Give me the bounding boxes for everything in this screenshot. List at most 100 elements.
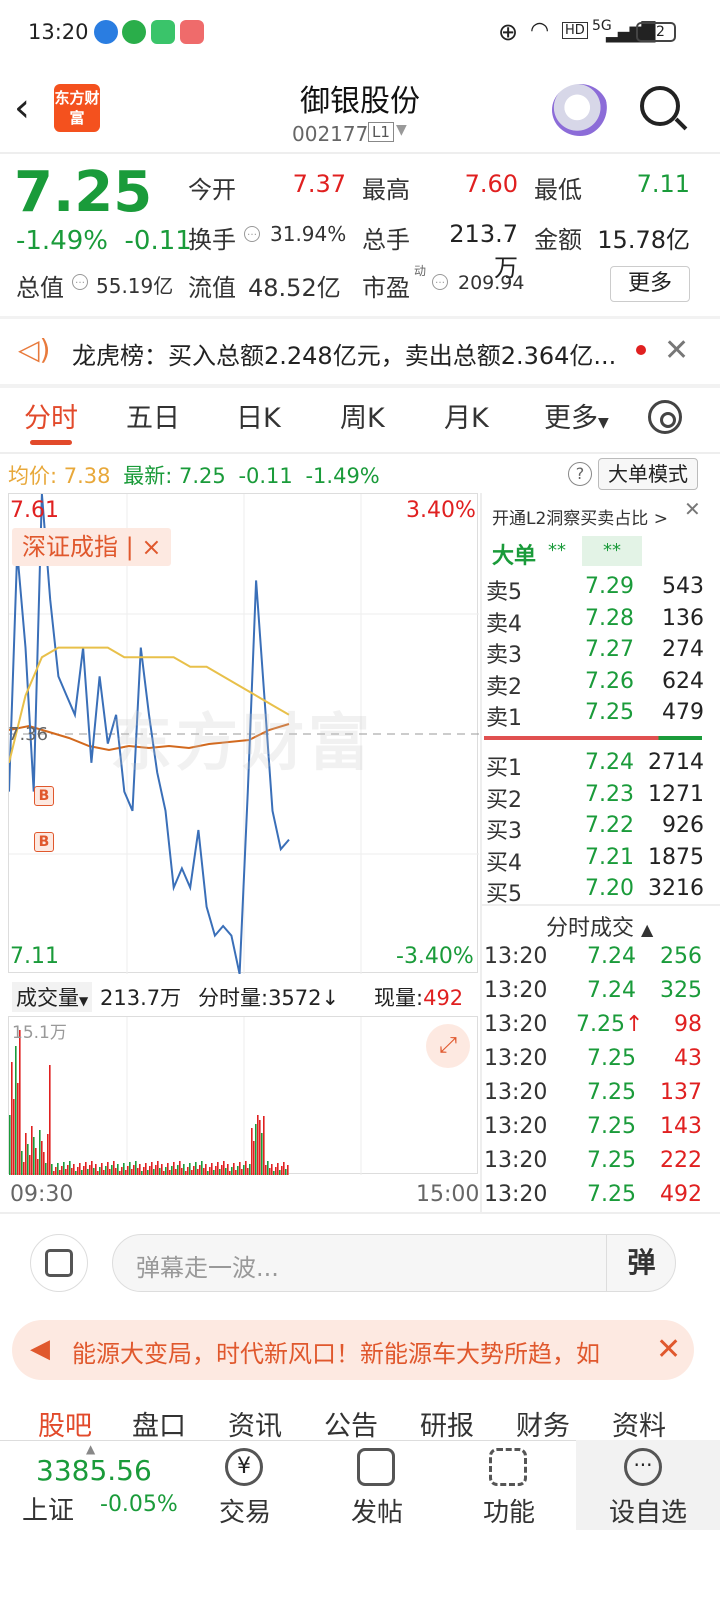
trade-button[interactable]: ¥ 交易	[180, 1440, 310, 1530]
cell-v: 2714	[648, 750, 704, 775]
buy-marker[interactable]: B	[34, 832, 54, 852]
tab-daily-k[interactable]: 日K	[236, 396, 281, 435]
tab-finance[interactable]: 财务	[516, 1404, 570, 1443]
big-order-mode-button[interactable]: 大单模式	[598, 458, 698, 490]
volume-bar	[21, 1151, 23, 1175]
add-circle-icon: ⊕	[498, 18, 519, 46]
tab-research[interactable]: 研报	[420, 1404, 474, 1443]
mktcap-label: 总值	[16, 274, 64, 302]
volume-selector[interactable]: 成交量▼	[12, 982, 93, 1012]
function-label: 功能	[482, 1498, 535, 1528]
yuan-icon: ¥	[225, 1448, 263, 1486]
order-level-row: 卖2 7.26 624	[482, 669, 704, 701]
danmaku-settings-icon[interactable]	[30, 1234, 88, 1292]
amount-value: 15.78亿	[597, 226, 690, 254]
tab-guba[interactable]: 股吧	[38, 1404, 92, 1443]
cell-t: 13:20	[484, 1080, 548, 1105]
l2-upgrade-link[interactable]: 开通L2洞察买卖占比 >	[492, 504, 668, 529]
cell-t: 13:20	[484, 944, 548, 969]
cell-p: 7.25	[587, 1046, 636, 1071]
edit-icon	[357, 1448, 395, 1486]
add-watchlist-button[interactable]: ··· 设自选	[576, 1440, 720, 1530]
help-icon[interactable]: ?	[568, 462, 592, 486]
volume-bar	[141, 1171, 143, 1175]
tab-profile[interactable]: 资料	[612, 1404, 666, 1443]
index-overlay-chip[interactable]: 深证成指 | ×	[12, 528, 172, 566]
info-icon[interactable]: …	[72, 274, 88, 290]
cell-n: 卖1	[486, 706, 522, 731]
volume-bar	[281, 1166, 283, 1175]
tab-more[interactable]: 更多▼	[544, 396, 609, 435]
turnover-value: 31.94%	[270, 222, 347, 246]
cell-v: 143	[660, 1114, 702, 1139]
volume-bar	[269, 1168, 271, 1175]
buy-sell-ratio-bar	[484, 736, 702, 740]
search-icon[interactable]	[640, 86, 680, 126]
tab-intraday[interactable]: 分时	[24, 396, 78, 435]
info-icon[interactable]: …	[432, 274, 448, 290]
volume-bar	[277, 1163, 279, 1175]
volume-bar	[197, 1169, 199, 1175]
volume-bar	[63, 1162, 65, 1175]
volume-bar	[211, 1163, 213, 1175]
danmaku-toggle-button[interactable]: 弹	[606, 1234, 676, 1292]
cell-n: 卖5	[486, 580, 522, 605]
tab-announcements[interactable]: 公告	[324, 1404, 378, 1443]
volume-chart[interactable]	[8, 1016, 478, 1175]
close-icon[interactable]: ✕	[684, 494, 701, 524]
index-ticker[interactable]: ▲ 3385.56 上证 -0.05%	[0, 1440, 200, 1530]
volume-bar	[215, 1166, 217, 1175]
tab-handicap[interactable]: 盘口	[132, 1404, 186, 1443]
level-badge[interactable]: L1	[368, 122, 394, 142]
divider	[0, 152, 720, 154]
more-dots-icon: ···	[624, 1448, 662, 1486]
sort-up-icon: ▲	[641, 920, 654, 939]
volume-bar	[85, 1162, 87, 1175]
volume-bar	[39, 1130, 41, 1175]
volume-bar	[171, 1166, 173, 1175]
volume-bar	[69, 1161, 71, 1175]
cell-p: 7.25	[587, 1114, 636, 1139]
cell-p: 7.27	[585, 637, 634, 662]
volume-bar	[51, 1164, 53, 1175]
volume-bar	[43, 1152, 45, 1175]
promo-text[interactable]: 能源大变局，时代新风口！新能源车大势所趋，如	[72, 1334, 642, 1369]
volume-bar	[161, 1164, 163, 1175]
volume-bar	[9, 1115, 11, 1175]
tab-five-day[interactable]: 五日	[126, 396, 180, 435]
trade-list-title[interactable]: 分时成交 ▲	[546, 910, 653, 942]
cell-p: 7.21	[585, 844, 634, 870]
volume-bar	[149, 1166, 151, 1175]
buy-marker[interactable]: B	[34, 786, 54, 806]
change-amount: -0.11	[124, 226, 192, 256]
more-button[interactable]: 更多	[610, 266, 690, 302]
news-strip[interactable]: ◁) 龙虎榜：买入总额2.248亿元，卖出总额2.364亿...	[0, 318, 720, 384]
volume-bar	[83, 1166, 85, 1175]
settings-gear-icon[interactable]	[648, 400, 682, 434]
chart-tabs: 分时 五日 日K 周K 月K 更多▼	[0, 396, 720, 452]
tab-news[interactable]: 资讯	[228, 1404, 282, 1443]
info-icon[interactable]: …	[244, 226, 260, 242]
time-start: 09:30	[10, 1182, 74, 1207]
assistant-robot-icon[interactable]	[552, 84, 608, 136]
mktcap-value: 55.19亿	[96, 274, 174, 298]
volume-bar	[153, 1169, 155, 1175]
function-button[interactable]: 功能	[444, 1440, 574, 1530]
close-icon[interactable]: ✕	[656, 1332, 681, 1367]
expand-icon[interactable]: ⤢	[426, 1024, 470, 1068]
cell-t: 13:20	[484, 1114, 548, 1139]
volume-bar	[105, 1166, 107, 1175]
promo-banner[interactable]: ◀ 能源大变局，时代新风口！新能源车大势所趋，如 ✕	[12, 1320, 694, 1380]
post-button[interactable]: 发帖	[312, 1440, 442, 1530]
close-icon[interactable]: ✕	[664, 336, 689, 366]
chevron-down-icon[interactable]: ▼	[396, 122, 407, 138]
y-max-label: 7.61	[10, 498, 59, 523]
volume-bar	[163, 1171, 165, 1175]
tab-monthly-k[interactable]: 月K	[444, 396, 489, 435]
volume-bar	[67, 1165, 69, 1175]
volume-bar	[129, 1162, 131, 1175]
news-text[interactable]: 龙虎榜：买入总额2.248亿元，卖出总额2.364亿...	[72, 336, 616, 371]
tab-weekly-k[interactable]: 周K	[340, 396, 385, 435]
volume-bar	[29, 1155, 31, 1175]
volume-bar	[101, 1163, 103, 1175]
